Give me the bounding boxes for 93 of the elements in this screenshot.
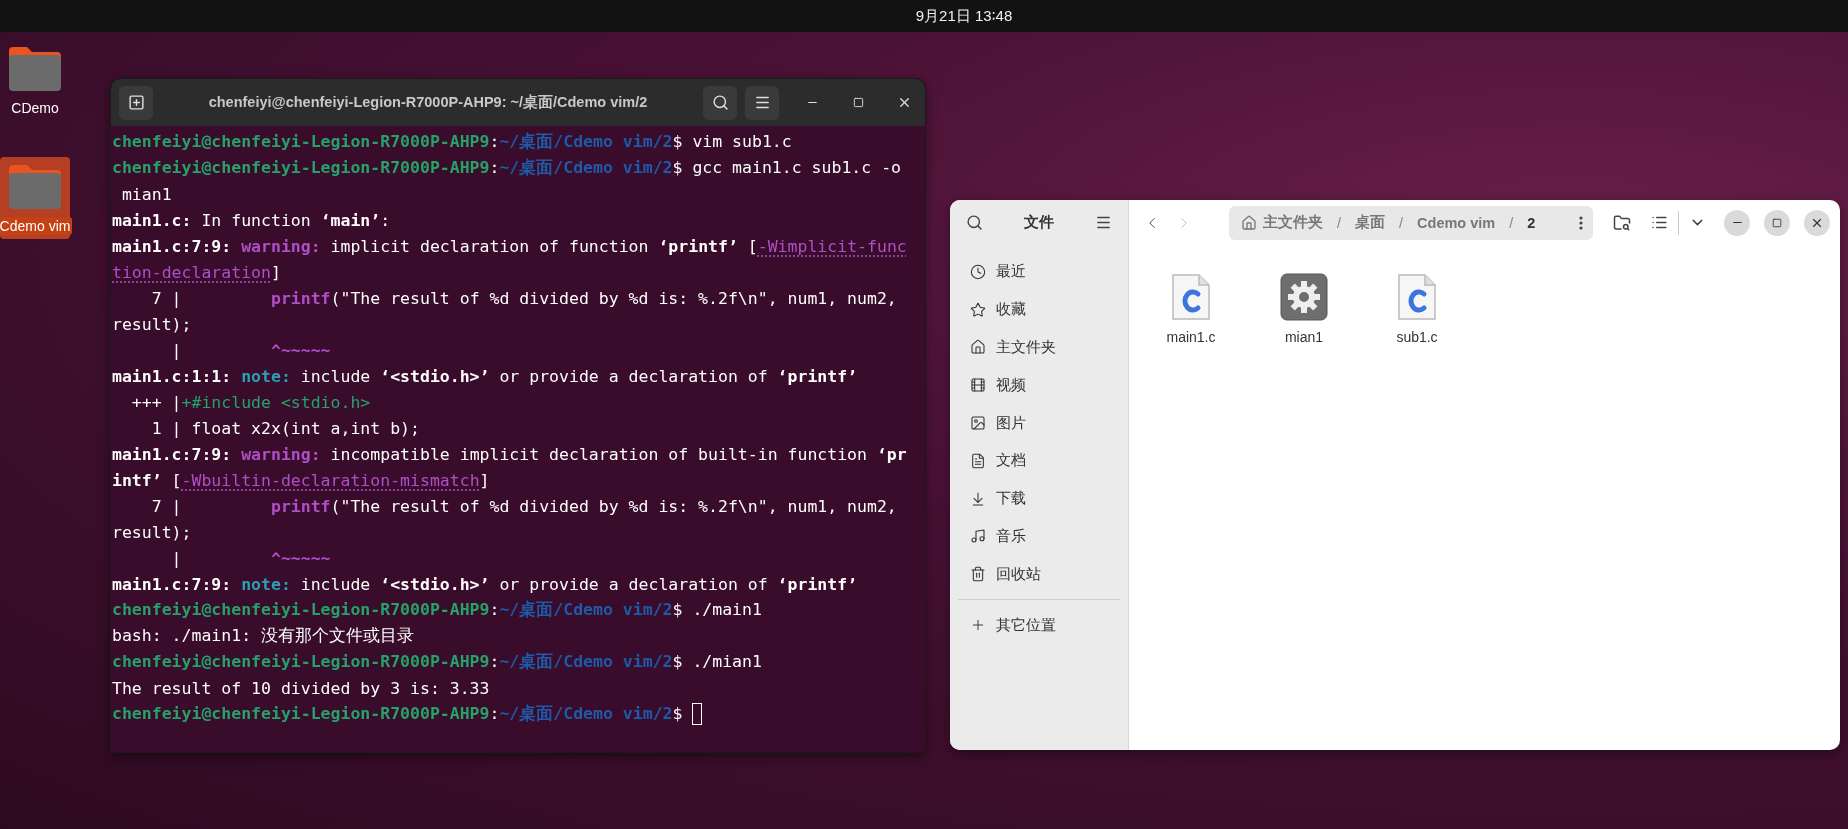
folder-search-icon — [1613, 213, 1631, 232]
sidebar-item[interactable]: 最近 — [956, 253, 1122, 291]
path-crumb[interactable]: 2 — [1527, 214, 1536, 231]
clock-icon — [970, 263, 986, 280]
sidebar-label: 主文件夹 — [996, 338, 1056, 357]
terminal-line: 7 | printf("The result of %d divided by %d is: %.2f\n", num1, num2, — [150, 496, 897, 516]
music-note-icon — [970, 528, 986, 545]
desktop-folder[interactable]: CDemo — [0, 39, 70, 121]
file-item[interactable]: sub1.c — [1373, 273, 1461, 345]
terminal-line: result); — [112, 314, 192, 334]
maximize-icon — [852, 97, 864, 108]
path-crumb[interactable]: 桌面 — [1355, 213, 1386, 232]
terminal-line: main1.c:7:9: note: include ‘<stdio.h>’ or provide a declaration of ‘printf’ — [112, 574, 858, 594]
sidebar-item[interactable]: 主文件夹 — [956, 328, 1122, 367]
clock[interactable]: 9月21日 13∶48 — [915, 6, 1013, 26]
sidebar-label: 最近 — [996, 262, 1026, 282]
terminal-line: 7 | printf("The result of %d divided by %d is: %.2f\n", num1, num2, — [150, 288, 897, 308]
film-icon — [970, 377, 986, 394]
terminal-line: chenfeiyi@chenfeiyi-Legion-R7000P-AHP9:~/桌面/Cdemo vim/2$ ./mian1 — [112, 651, 762, 673]
terminal-line: result); — [112, 522, 192, 542]
search-icon — [966, 214, 983, 231]
maximize-icon — [1772, 217, 1782, 228]
terminal-line: main1.c:7:9: warning: incompatible implicit declaration of built-in function ‘pr — [112, 444, 907, 464]
maximize-button[interactable] — [1764, 209, 1790, 236]
terminal-line: The result of 10 divided by 3 is: 3.33 — [112, 678, 490, 698]
terminal-line: bash: ./main1: 没有那个文件或目录 — [112, 625, 414, 647]
terminal-line: intf’ [-Wbuiltin-declaration-mismatch] — [112, 470, 490, 490]
sidebar-label: 文档 — [996, 451, 1026, 471]
home-icon — [970, 339, 986, 356]
sidebar-label: 回收站 — [996, 564, 1041, 584]
search-button[interactable] — [703, 85, 737, 120]
terminal-line: chenfeiyi@chenfeiyi-Legion-R7000P-AHP9:~/桌面/Cdemo vim/2$ ./main1 — [112, 599, 762, 621]
terminal-line: 1 | float x2x(int a,int b); — [150, 418, 420, 438]
sidebar-item[interactable]: 收藏 — [956, 290, 1122, 329]
menu-button[interactable] — [745, 85, 779, 120]
terminal-line: tion-declaration] — [112, 262, 281, 282]
terminal-line: | ^~~~~~ — [170, 548, 331, 568]
close-button[interactable] — [1804, 209, 1830, 236]
sidebar-item[interactable]: 下载 — [956, 479, 1122, 518]
sidebar-label: 音乐 — [996, 526, 1026, 546]
terminal-line: +++ |+#include <stdio.h> — [130, 392, 371, 412]
terminal-line: chenfeiyi@chenfeiyi-Legion-R7000P-AHP9:~/桌面/Cdemo vim/2$ vim sub1.c — [112, 131, 792, 153]
gear-icon — [1280, 273, 1328, 321]
folder-icon — [7, 45, 63, 93]
sidebar-item[interactable]: 视频 — [956, 366, 1122, 405]
list-icon — [1651, 214, 1668, 231]
trash-icon — [970, 566, 986, 583]
terminal-line: | ^~~~~~ — [170, 340, 331, 360]
c-file-icon — [1397, 273, 1437, 321]
new-tab-icon — [127, 94, 145, 111]
sidebar-item[interactable]: 图片 — [956, 404, 1122, 442]
terminal-line: mian1 — [120, 184, 172, 204]
file-name: sub1.c — [1396, 329, 1438, 345]
c-file-icon — [1171, 273, 1211, 321]
terminal-line: main1.c:1:1: note: include ‘<stdio.h>’ or provide a declaration of ‘printf’ — [112, 366, 858, 386]
sidebar-item[interactable]: 文档 — [956, 442, 1122, 480]
home-icon — [1241, 214, 1257, 231]
folder-icon — [7, 163, 63, 211]
menu-icon — [1095, 214, 1112, 231]
download-icon — [970, 490, 986, 507]
terminal-line: main1.c:7:9: warning: implicit declaration of function ‘printf’ [-Wimplicit-func — [112, 236, 907, 256]
sidebar-item[interactable]: 回收站 — [956, 555, 1122, 594]
star-icon — [970, 301, 986, 318]
terminal-line: main1.c: In function ‘main’: — [112, 210, 391, 230]
window-title: chenfeiyi@chenfeiyi-Legion-R7000P-AHP9: ~/桌面/Cdemo vim/2 — [207, 93, 649, 112]
file-name: main1.c — [1166, 329, 1216, 345]
new-tab-button[interactable] — [119, 85, 153, 120]
sidebar-label: 其它位置 — [996, 615, 1056, 635]
folder-label: Cdemo vim — [0, 217, 73, 235]
terminal-line: chenfeiyi@chenfeiyi-Legion-R7000P-AHP9:~/桌面/Cdemo vim/2$ gcc main1.c sub1.c -o — [112, 157, 901, 179]
menu-icon — [753, 94, 771, 111]
file-item[interactable]: main1.c — [1147, 273, 1235, 345]
folder-label: CDemo — [10, 99, 60, 117]
sidebar-item[interactable]: 音乐 — [956, 517, 1122, 556]
terminal-line: chenfeiyi@chenfeiyi-Legion-R7000P-AHP9:~/桌面/Cdemo vim/2$ — [112, 703, 684, 725]
path-separator: / — [1399, 214, 1404, 231]
desktop-folder[interactable]: Cdemo vim — [0, 157, 70, 239]
path-separator: / — [1509, 214, 1514, 231]
sidebar-label: 视频 — [996, 375, 1026, 395]
sidebar-item[interactable]: 其它位置 — [956, 606, 1122, 644]
app-title: 文件 — [1023, 213, 1055, 232]
path-crumb[interactable]: Cdemo vim — [1417, 214, 1496, 231]
sidebar-label: 图片 — [996, 413, 1026, 433]
image-icon — [970, 415, 986, 432]
path-separator: / — [1337, 214, 1342, 231]
file-item[interactable]: mian1 — [1260, 273, 1348, 345]
path-crumb[interactable]: 主文件夹 — [1263, 213, 1323, 232]
sidebar-label: 下载 — [996, 489, 1026, 509]
sidebar-label: 收藏 — [996, 300, 1026, 320]
document-icon — [970, 452, 986, 469]
search-icon — [711, 94, 729, 111]
file-name: mian1 — [1284, 329, 1324, 345]
more-icon — [1579, 215, 1583, 230]
